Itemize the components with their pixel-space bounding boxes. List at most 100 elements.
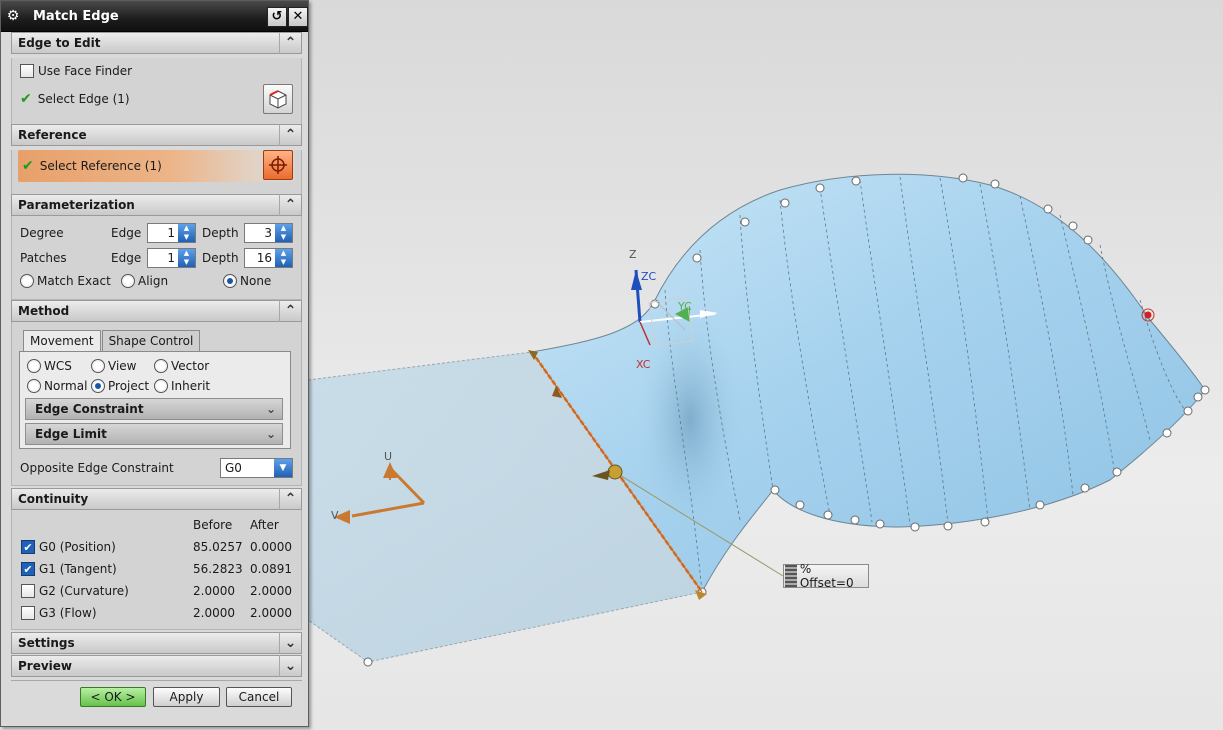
- checkmark-icon: ✔: [22, 158, 34, 174]
- continuity-row-g3: G3 (Flow) 2.0000 2.0000: [21, 603, 301, 623]
- g3-before: 2.0000: [193, 606, 235, 620]
- radio-icon[interactable]: [91, 359, 105, 373]
- g3-label: G3 (Flow): [39, 606, 97, 620]
- patches-depth-spinner[interactable]: 16 ▲ ▼: [244, 248, 293, 268]
- normal-radio[interactable]: Normal: [27, 379, 87, 393]
- continuity-row-g0: ✔ G0 (Position) 85.0257 0.0000: [21, 537, 301, 557]
- none-label: None: [240, 274, 272, 288]
- gear-icon[interactable]: ⚙: [1, 8, 25, 24]
- uv-label-u: U: [384, 450, 392, 463]
- g0-label: G0 (Position): [39, 540, 116, 554]
- view-label: View: [108, 359, 137, 373]
- radio-icon[interactable]: [121, 274, 135, 288]
- align-label: Align: [138, 274, 169, 288]
- continuity-col-before: Before: [193, 518, 233, 532]
- triad-label-z: Z: [629, 248, 637, 261]
- use-face-finder-label: Use Face Finder: [38, 64, 133, 78]
- normal-label: Normal: [44, 379, 88, 393]
- chevron-down-icon[interactable]: ⌄: [266, 399, 276, 419]
- none-radio[interactable]: None: [223, 274, 271, 288]
- radio-icon[interactable]: [27, 379, 41, 393]
- radio-icon[interactable]: [27, 359, 41, 373]
- chevron-up-icon[interactable]: ⌃: [279, 194, 301, 216]
- cancel-button[interactable]: Cancel: [226, 687, 292, 707]
- dialog-titlebar[interactable]: ⚙ Match Edge ↺ ✕: [1, 1, 308, 32]
- degree-depth-spinner[interactable]: 3 ▲ ▼: [244, 223, 293, 243]
- select-reference-button[interactable]: [263, 150, 293, 180]
- degree-edge-spinner[interactable]: 1 ▲ ▼: [147, 223, 196, 243]
- g3-checkbox[interactable]: [21, 606, 35, 620]
- chevron-down-icon[interactable]: ⌄: [266, 424, 276, 444]
- radio-icon[interactable]: [154, 379, 168, 393]
- section-edge-to-edit[interactable]: Edge to Edit ⌃: [11, 32, 302, 54]
- spinner-arrows-icon[interactable]: ▲ ▼: [275, 224, 292, 242]
- chevron-up-icon[interactable]: ⌃: [279, 488, 301, 510]
- chevron-up-icon[interactable]: ⌃: [279, 32, 301, 54]
- section-edge-to-edit-title: Edge to Edit: [18, 36, 101, 50]
- chevron-down-icon[interactable]: ⌄: [279, 655, 301, 677]
- section-continuity[interactable]: Continuity ⌃: [11, 488, 302, 510]
- section-continuity-title: Continuity: [18, 492, 89, 506]
- drag-grip-icon[interactable]: [785, 565, 797, 587]
- degree-edge-value: 1: [167, 226, 175, 240]
- degree-depth-value: 3: [264, 226, 272, 240]
- vector-radio[interactable]: Vector: [154, 359, 209, 373]
- section-preview-title: Preview: [18, 659, 73, 673]
- offset-tag-label: % Offset=0: [799, 562, 854, 590]
- g3-after: 2.0000: [250, 606, 292, 620]
- tab-shape-control[interactable]: Shape Control: [101, 330, 201, 351]
- project-radio[interactable]: Project: [91, 379, 149, 393]
- radio-icon[interactable]: [154, 359, 168, 373]
- dialog-title: Match Edge: [33, 8, 119, 24]
- chevron-down-icon[interactable]: ⌄: [279, 632, 301, 654]
- radio-selected-icon[interactable]: [223, 274, 237, 288]
- match-exact-radio[interactable]: Match Exact: [20, 274, 111, 288]
- edge-limit-subsection[interactable]: Edge Limit ⌄: [25, 423, 283, 445]
- section-parameterization-title: Parameterization: [18, 198, 135, 212]
- radio-icon[interactable]: [20, 274, 34, 288]
- section-parameterization[interactable]: Parameterization ⌃: [11, 194, 302, 216]
- g1-checkbox[interactable]: ✔: [21, 562, 35, 576]
- patches-edge-spinner[interactable]: 1 ▲ ▼: [147, 248, 196, 268]
- section-reference[interactable]: Reference ⌃: [11, 124, 302, 146]
- spinner-arrows-icon[interactable]: ▲ ▼: [178, 224, 195, 242]
- g1-label: G1 (Tangent): [39, 562, 117, 576]
- g2-after: 2.0000: [250, 584, 292, 598]
- chevron-up-icon[interactable]: ⌃: [279, 300, 301, 322]
- tab-movement[interactable]: Movement: [23, 330, 101, 352]
- degree-edge-label: Edge: [111, 226, 142, 240]
- radio-selected-icon[interactable]: [91, 379, 105, 393]
- close-icon[interactable]: ✕: [288, 7, 308, 27]
- wcs-radio[interactable]: WCS: [27, 359, 72, 373]
- crosshair-icon: [269, 156, 287, 174]
- checkmark-icon: ✔: [20, 91, 32, 107]
- g2-checkbox[interactable]: [21, 584, 35, 598]
- ok-button[interactable]: < OK >: [80, 687, 146, 707]
- offset-handle: [607, 464, 623, 480]
- select-edge-label: Select Edge (1): [37, 92, 130, 106]
- view-radio[interactable]: View: [91, 359, 136, 373]
- select-edge-button[interactable]: [263, 84, 293, 114]
- select-reference-row[interactable]: ✔ Select Reference (1): [18, 150, 295, 182]
- patches-edge-label: Edge: [111, 251, 142, 265]
- align-radio[interactable]: Align: [121, 274, 168, 288]
- g0-before: 85.0257: [193, 540, 243, 554]
- reset-icon[interactable]: ↺: [267, 7, 287, 27]
- inherit-radio[interactable]: Inherit: [154, 379, 210, 393]
- edge-constraint-subsection[interactable]: Edge Constraint ⌄: [25, 398, 283, 420]
- chevron-up-icon[interactable]: ⌃: [279, 124, 301, 146]
- dropdown-arrow-icon[interactable]: ▼: [274, 459, 292, 477]
- section-method[interactable]: Method ⌃: [11, 300, 302, 322]
- edge-constraint-label: Edge Constraint: [35, 402, 144, 416]
- spinner-arrows-icon[interactable]: ▲ ▼: [275, 249, 292, 267]
- offset-tag[interactable]: % Offset=0: [783, 562, 869, 590]
- section-preview[interactable]: Preview ⌄: [11, 655, 302, 677]
- edge-limit-label: Edge Limit: [35, 427, 107, 441]
- g0-checkbox[interactable]: ✔: [21, 540, 35, 554]
- section-settings[interactable]: Settings ⌄: [11, 632, 302, 654]
- patches-edge-value: 1: [167, 251, 175, 265]
- apply-button[interactable]: Apply: [153, 687, 220, 707]
- opposite-edge-constraint-select[interactable]: G0 ▼: [220, 458, 293, 478]
- spinner-arrows-icon[interactable]: ▲ ▼: [178, 249, 195, 267]
- use-face-finder-checkbox[interactable]: [20, 64, 34, 78]
